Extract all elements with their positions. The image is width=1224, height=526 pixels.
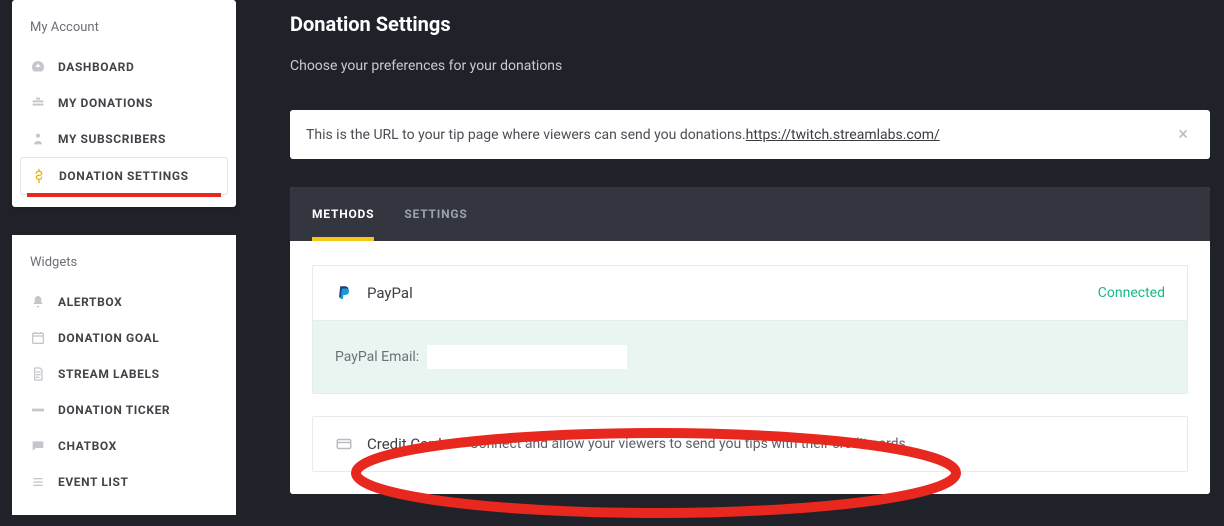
- dollar-icon: [31, 168, 47, 184]
- subscribers-icon: [30, 131, 46, 147]
- list-icon: [30, 474, 46, 490]
- active-underline: [27, 193, 221, 197]
- paypal-status-connected: Connected: [1098, 285, 1165, 301]
- sidebar-item-chatbox[interactable]: Chatbox: [12, 428, 236, 464]
- file-icon: [30, 366, 46, 382]
- sidebar-section-account: My Account: [12, 14, 236, 49]
- sidebar-item-label: My Donations: [58, 96, 153, 110]
- paypal-email-input[interactable]: [427, 345, 627, 369]
- credit-card-icon: [335, 435, 353, 453]
- sidebar-item-my-subscribers[interactable]: My Subscribers: [12, 121, 236, 157]
- tab-methods[interactable]: Methods: [312, 187, 374, 241]
- sidebar-item-label: My Subscribers: [58, 132, 166, 146]
- tip-url-link[interactable]: https://twitch.streamlabs.com/: [746, 127, 940, 143]
- method-title-credit: Credit Cards: [367, 435, 449, 453]
- sidebar-item-label: Event List: [58, 475, 129, 489]
- sidebar-item-alertbox[interactable]: Alertbox: [12, 284, 236, 320]
- chat-icon: [30, 438, 46, 454]
- dashboard-icon: [30, 59, 46, 75]
- tab-settings[interactable]: Settings: [404, 187, 467, 241]
- sidebar-item-label: Stream Labels: [58, 367, 160, 381]
- calendar-icon: [30, 330, 46, 346]
- close-icon: ×: [1178, 124, 1188, 145]
- sidebar-item-stream-labels[interactable]: Stream Labels: [12, 356, 236, 392]
- method-paypal[interactable]: PayPal Connected PayPal Email:: [312, 265, 1188, 394]
- paypal-email-label: PayPal Email:: [335, 349, 419, 365]
- methods-panel: Methods Settings PayPal Connected: [290, 187, 1210, 494]
- page-subtitle: Choose your preferences for your donatio…: [290, 58, 1210, 74]
- sidebar-account-card: My Account Dashboard My Donations My Sub…: [12, 0, 236, 207]
- tip-url-alert: This is the URL to your tip page where v…: [290, 110, 1210, 159]
- method-credit-cards[interactable]: Credit Cards Connect and allow your view…: [312, 416, 1188, 472]
- sidebar-item-donation-ticker[interactable]: Donation Ticker: [12, 392, 236, 428]
- sidebar-item-label: Chatbox: [58, 439, 117, 453]
- sidebar-item-label: Donation Ticker: [58, 403, 170, 417]
- ticker-icon: [30, 402, 46, 418]
- alert-text: This is the URL to your tip page where v…: [306, 127, 746, 143]
- panel-tabs: Methods Settings: [290, 187, 1210, 241]
- paypal-email-row: PayPal Email:: [313, 320, 1187, 393]
- sidebar-item-donation-settings[interactable]: Donation Settings: [20, 157, 228, 195]
- sidebar-item-label: Donation Goal: [58, 331, 159, 345]
- alert-close-button[interactable]: ×: [1172, 124, 1194, 145]
- method-title-paypal: PayPal: [367, 284, 413, 302]
- bell-icon: [30, 294, 46, 310]
- sidebar-item-label: Dashboard: [58, 60, 134, 74]
- sidebar-item-my-donations[interactable]: My Donations: [12, 85, 236, 121]
- sidebar-item-label: Donation Settings: [59, 169, 189, 183]
- sidebar-section-widgets: Widgets: [12, 249, 236, 284]
- sidebar-item-event-list[interactable]: Event List: [12, 464, 236, 500]
- sidebar-widgets-card: Widgets Alertbox Donation Goal Stream La…: [12, 235, 236, 515]
- sidebar-item-label: Alertbox: [58, 295, 122, 309]
- sidebar-item-donation-goal[interactable]: Donation Goal: [12, 320, 236, 356]
- donations-icon: [30, 95, 46, 111]
- sidebar-item-dashboard[interactable]: Dashboard: [12, 49, 236, 85]
- method-desc-credit: Connect and allow your viewers to send y…: [469, 436, 909, 452]
- page-title: Donation Settings: [290, 12, 1210, 36]
- paypal-icon: [335, 284, 353, 302]
